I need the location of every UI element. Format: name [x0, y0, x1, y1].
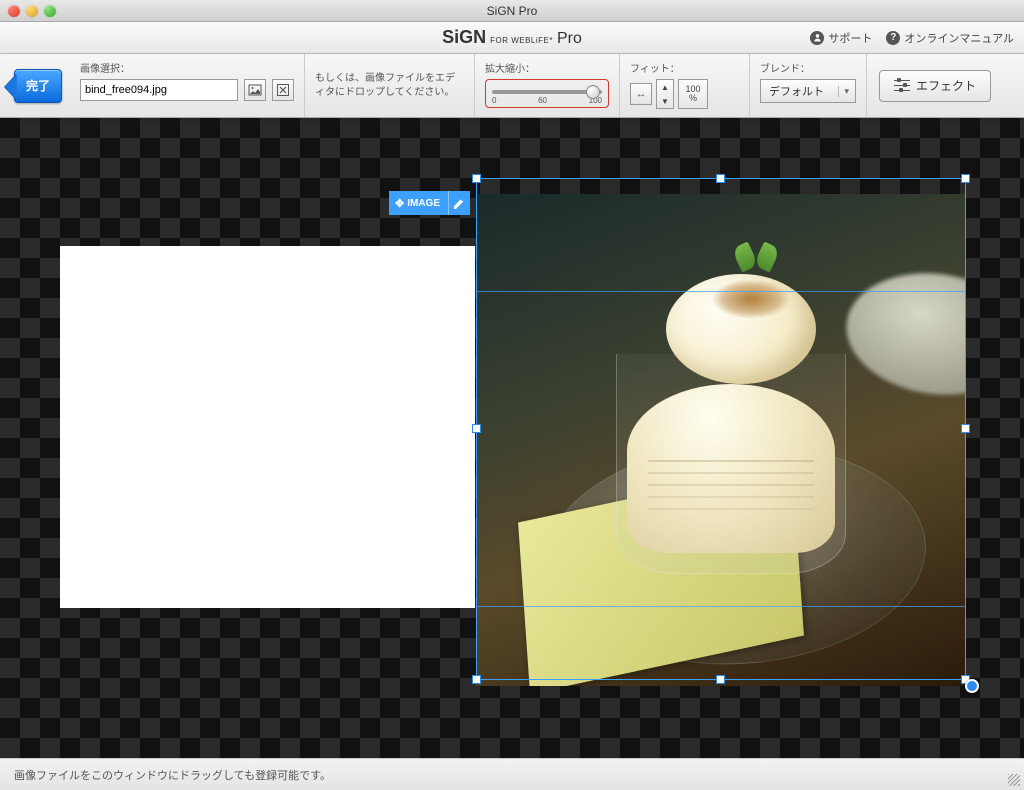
fit-100-button[interactable]: 100 % — [678, 79, 708, 109]
support-label: サポート — [828, 30, 872, 46]
drop-hint: もしくは、画像ファイルをエディタにドロップしてください。 — [305, 54, 475, 117]
pct-unit: % — [689, 94, 697, 103]
canvas[interactable]: ✥ IMAGE — [0, 118, 1024, 758]
titlebar: SiGN Pro — [0, 0, 1024, 22]
blend-value: デフォルト — [769, 83, 824, 99]
image-select-label: 画像選択： — [80, 60, 294, 75]
zoom-slider[interactable]: 0 60 100 — [485, 79, 609, 108]
fit-horizontal-button[interactable]: ↔ — [630, 83, 652, 105]
app-header: SiGN FOR WEBLiFE* Pro サポート ? オンラインマニュアル — [0, 22, 1024, 54]
brand-sub: FOR WEBLiFE* — [490, 36, 553, 45]
resize-grip-icon[interactable] — [1008, 774, 1020, 786]
footer: 画像ファイルをこのウィンドウにドラッグしても登録可能です。 — [0, 758, 1024, 790]
placed-image[interactable] — [476, 194, 966, 686]
zoom-min: 0 — [492, 96, 496, 105]
brand-name: SiGN — [442, 27, 486, 48]
close-icon[interactable] — [8, 5, 20, 17]
zoom-label: 拡大縮小： — [485, 60, 609, 75]
blend-label: ブレンド： — [760, 60, 856, 75]
filename-input[interactable] — [80, 79, 238, 101]
effect-label: エフェクト — [916, 77, 976, 94]
clear-image-button[interactable] — [272, 79, 294, 101]
footer-hint: 画像ファイルをこのウィンドウにドラッグしても登録可能です。 — [14, 767, 331, 783]
brand-logo: SiGN FOR WEBLiFE* Pro — [442, 27, 582, 48]
effect-button[interactable]: エフェクト — [879, 70, 991, 102]
minimize-icon[interactable] — [26, 5, 38, 17]
traffic-lights — [8, 5, 56, 17]
help-icon: ? — [886, 31, 900, 45]
zoom-thumb[interactable] — [586, 85, 600, 99]
artboard[interactable] — [60, 246, 475, 608]
user-icon — [810, 31, 824, 45]
browse-image-button[interactable] — [244, 79, 266, 101]
brand-suffix: Pro — [557, 30, 582, 48]
zoom-icon[interactable] — [44, 5, 56, 17]
fit-label: フィット： — [630, 60, 739, 75]
zoom-mid: 60 — [538, 96, 547, 105]
sliders-icon — [894, 79, 910, 93]
manual-link[interactable]: ? オンラインマニュアル — [886, 30, 1014, 46]
manual-label: オンラインマニュアル — [904, 30, 1014, 46]
fit-vertical-button[interactable]: ▲▼ — [656, 79, 674, 109]
done-button[interactable]: 完了 — [14, 69, 62, 103]
blend-dropdown[interactable]: デフォルト — [760, 79, 856, 103]
window-title: SiGN Pro — [487, 4, 538, 18]
toolbar: 完了 画像選択： もしくは、画像ファイルをエディタにドロップしてください。 拡大… — [0, 54, 1024, 118]
done-label: 完了 — [26, 77, 50, 94]
support-link[interactable]: サポート — [810, 30, 872, 46]
